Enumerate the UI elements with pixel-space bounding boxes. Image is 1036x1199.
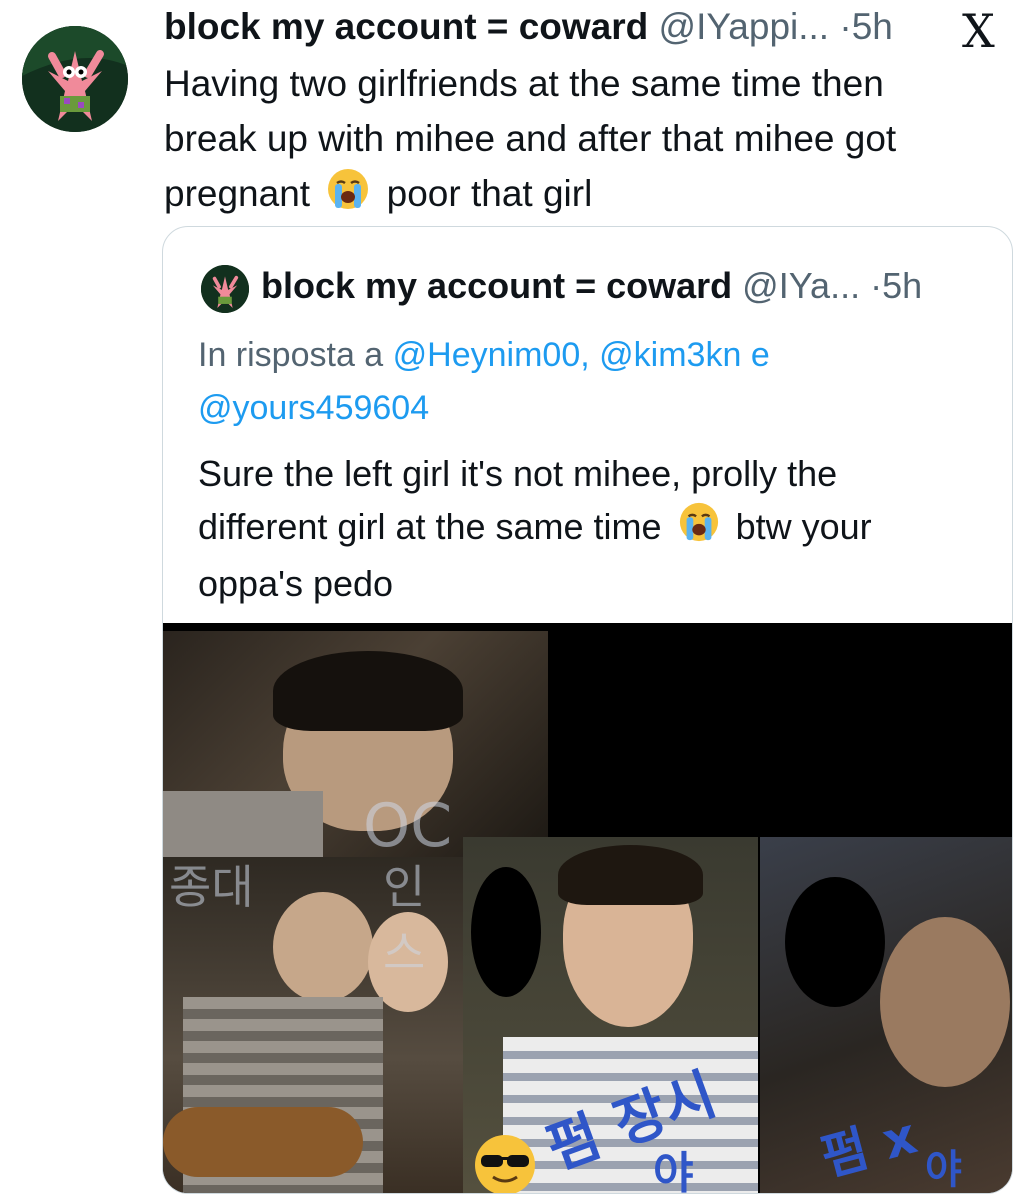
- quoted-author-name: block my account = coward: [261, 265, 733, 306]
- reply-prefix: In risposta a: [198, 336, 384, 374]
- starfish-avatar-icon: [22, 26, 128, 132]
- photo-panel: OC: [163, 631, 548, 857]
- crying-emoji-icon: [326, 167, 370, 226]
- tweet-text-fragment: poor that girl: [386, 173, 593, 214]
- starfish-avatar-icon: [201, 265, 249, 313]
- quoted-text-line: oppa's pedo: [198, 563, 394, 605]
- tweet-text-line: pregnant poor that girl: [164, 166, 994, 226]
- crying-emoji-icon: [678, 501, 720, 557]
- quoted-text-fragment: btw your: [735, 506, 872, 547]
- tweet-text-line: break up with mihee and after that mihee…: [164, 118, 897, 159]
- author-avatar[interactable]: [22, 26, 128, 132]
- ink-scribble: 야: [653, 1148, 694, 1193]
- author-handle[interactable]: @IYappi...: [659, 6, 830, 47]
- mention-link[interactable]: @yours459604: [198, 389, 429, 427]
- tweet-text-fragment: pregnant: [164, 173, 311, 214]
- ink-scribble: 펌 x: [815, 1106, 923, 1188]
- photo-panel: 펌 x 야: [760, 837, 1012, 1193]
- x-logo-icon: X: [962, 4, 995, 58]
- redaction-mark: [471, 867, 541, 997]
- tweet-header: block my account = coward @IYappi... ·5h: [164, 4, 893, 50]
- separator-dot: ·: [839, 6, 852, 47]
- quoted-author-handle: @IYa...: [742, 265, 861, 306]
- quoted-tweet-time: 5h: [882, 265, 923, 306]
- photo-figure: [880, 917, 1010, 1087]
- photo-panel: 종대 인스: [163, 857, 463, 1193]
- photo-hair: [273, 651, 463, 731]
- watermark-text: OC: [363, 791, 453, 857]
- tweet-text: Having two girlfriends at the same time …: [164, 56, 994, 226]
- reply-context: In risposta a @Heynim00, @kim3kn e @your…: [198, 329, 978, 435]
- watermark-text: 종대: [169, 860, 254, 914]
- quoted-author-avatar: [201, 265, 249, 313]
- mention-link[interactable]: @Heynim00,: [393, 336, 590, 374]
- attached-image[interactable]: OC 종대 인스 펌 장시 야 펌 x 야: [163, 623, 1012, 1193]
- quoted-text-line: Sure the left girl it's not mihee, proll…: [198, 453, 838, 494]
- tweet-text-line: Having two girlfriends at the same time …: [164, 63, 884, 104]
- quoted-text-fragment: different girl at the same time: [198, 506, 662, 547]
- photo-shirt: [163, 791, 323, 857]
- watermark-text: 인스: [383, 860, 426, 980]
- quoted-tweet-header: block my account = coward @IYa... ·5h: [261, 263, 922, 309]
- separator-dot: ·: [870, 265, 883, 306]
- ink-scribble: 야: [925, 1147, 962, 1193]
- photo-guitar: [163, 1107, 363, 1177]
- quoted-tweet-card[interactable]: block my account = coward @IYa... ·5h In…: [162, 226, 1013, 1194]
- photo-panel: 펌 장시 야: [463, 837, 758, 1193]
- quoted-text-line: different girl at the same time btw your: [198, 500, 988, 557]
- photo-figure: [273, 892, 373, 1002]
- reply-joiner: e: [750, 336, 770, 374]
- author-name[interactable]: block my account = coward: [164, 6, 648, 47]
- photo-hair: [558, 845, 703, 905]
- quoted-tweet-text: Sure the left girl it's not mihee, proll…: [198, 447, 988, 610]
- redaction-mark: [785, 877, 885, 1007]
- mention-link[interactable]: @kim3kn: [599, 336, 741, 374]
- tweet-time[interactable]: 5h: [852, 6, 893, 47]
- sunglasses-emoji-icon: [473, 1133, 537, 1193]
